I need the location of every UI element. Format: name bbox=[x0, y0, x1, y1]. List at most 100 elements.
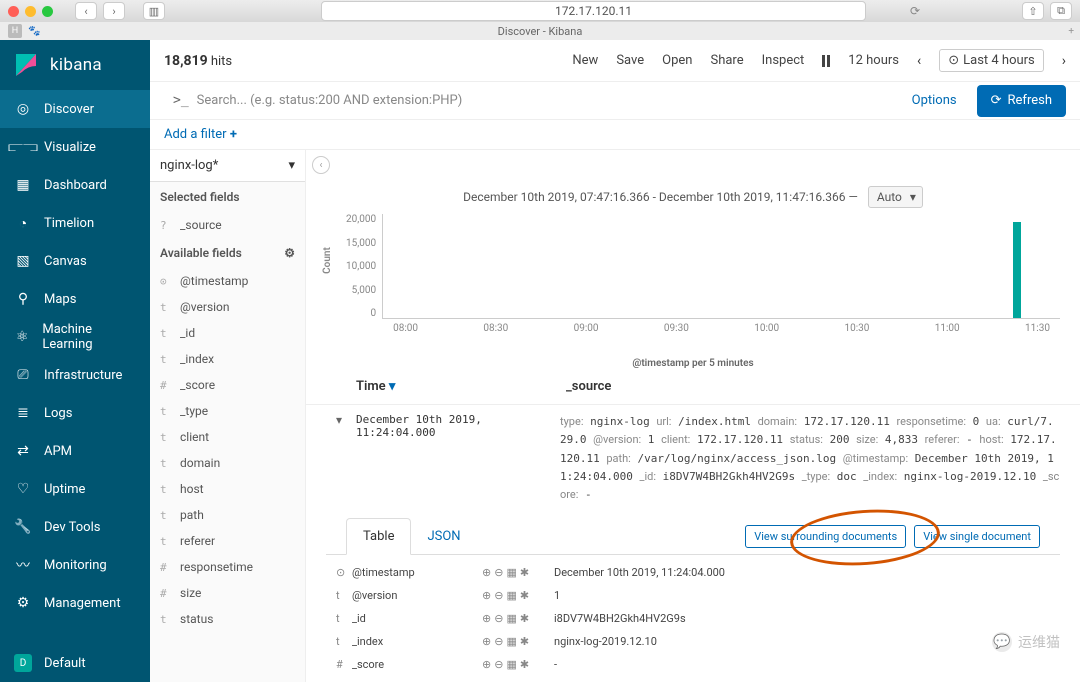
time-amount[interactable]: 12 hours bbox=[848, 53, 899, 68]
zoom-in-icon[interactable]: ⊕ bbox=[482, 635, 491, 648]
sidebar-item-logs[interactable]: ≣Logs bbox=[0, 394, 150, 432]
tabs-icon[interactable]: ⧉ bbox=[1050, 2, 1072, 20]
column-time[interactable]: Time ▾ bbox=[356, 379, 566, 394]
search-prompt-icon: >_ bbox=[173, 93, 189, 108]
sort-desc-icon[interactable]: ▾ bbox=[389, 379, 396, 394]
share-icon[interactable]: ⇧ bbox=[1022, 2, 1044, 20]
field-score[interactable]: #_score bbox=[150, 372, 305, 398]
field-responsetime[interactable]: #responsetime bbox=[150, 554, 305, 580]
toggle-column-icon[interactable]: ▦ bbox=[506, 566, 516, 579]
field-version[interactable]: t@version bbox=[150, 294, 305, 320]
nav-label: Monitoring bbox=[44, 558, 107, 573]
zoom-out-icon[interactable]: ⊖ bbox=[494, 658, 503, 671]
view-surrounding-button[interactable]: View surrounding documents bbox=[745, 525, 906, 548]
tab-json[interactable]: JSON bbox=[411, 519, 476, 554]
zoom-in-icon[interactable]: ⊕ bbox=[482, 589, 491, 602]
save-action[interactable]: Save bbox=[616, 53, 644, 68]
field-source[interactable]: ?_source bbox=[150, 212, 305, 238]
sidebar-item-default[interactable]: D Default bbox=[0, 644, 150, 682]
view-single-button[interactable]: View single document bbox=[914, 525, 1040, 548]
sidebar-item-machine-learning[interactable]: ⚛Machine Learning bbox=[0, 318, 150, 356]
reload-icon[interactable]: ⟳ bbox=[910, 4, 920, 18]
filter-icon[interactable]: ✱ bbox=[520, 566, 529, 579]
toggle-column-icon[interactable]: ▦ bbox=[506, 589, 516, 602]
index-pattern-selector[interactable]: nginx-log*▾ bbox=[150, 150, 305, 182]
nav-label: Uptime bbox=[44, 482, 85, 497]
zoom-in-icon[interactable]: ⊕ bbox=[482, 566, 491, 579]
share-action[interactable]: Share bbox=[710, 53, 743, 68]
filter-icon[interactable]: ✱ bbox=[520, 635, 529, 648]
collapse-sidebar-button[interactable]: ‹ bbox=[312, 156, 330, 174]
toggle-column-icon[interactable]: ▦ bbox=[506, 612, 516, 625]
url-bar[interactable]: 172.17.120.11⟳ bbox=[321, 1, 866, 21]
zoom-out-icon[interactable]: ⊖ bbox=[494, 589, 503, 602]
minimize-window-icon[interactable] bbox=[25, 6, 36, 17]
tab-table[interactable]: Table bbox=[346, 518, 411, 555]
field-type[interactable]: t_type bbox=[150, 398, 305, 424]
zoom-out-icon[interactable]: ⊖ bbox=[494, 566, 503, 579]
time-prev-button[interactable]: ‹ bbox=[917, 53, 921, 69]
sidebar-item-monitoring[interactable]: 〰Monitoring bbox=[0, 546, 150, 584]
refresh-button[interactable]: ⟳ Refresh bbox=[977, 85, 1066, 117]
field-path[interactable]: tpath bbox=[150, 502, 305, 528]
forward-button[interactable]: › bbox=[103, 2, 125, 20]
sidebar-item-maps[interactable]: ⚲Maps bbox=[0, 280, 150, 318]
sidebar-item-visualize[interactable]: ⫍⫎Visualize bbox=[0, 128, 150, 166]
new-action[interactable]: New bbox=[572, 53, 598, 68]
sidebar-item-infrastructure[interactable]: ⎚Infrastructure bbox=[0, 356, 150, 394]
sidebar-item-discover[interactable]: ◎Discover bbox=[0, 90, 150, 128]
histogram-chart[interactable]: Count 20,00015,00010,0005,0000 08:0008:3… bbox=[306, 214, 1080, 336]
field-index[interactable]: t_index bbox=[150, 346, 305, 372]
back-button[interactable]: ‹ bbox=[75, 2, 97, 20]
extension-icon[interactable]: H bbox=[8, 24, 22, 38]
field-client[interactable]: tclient bbox=[150, 424, 305, 450]
field-timestamp[interactable]: ⊙@timestamp bbox=[150, 268, 305, 294]
zoom-in-icon[interactable]: ⊕ bbox=[482, 612, 491, 625]
field-type-icon: # bbox=[160, 379, 172, 392]
new-tab-button[interactable]: + bbox=[1068, 26, 1074, 37]
sidebar-item-dev-tools[interactable]: 🔧Dev Tools bbox=[0, 508, 150, 546]
open-action[interactable]: Open bbox=[662, 53, 692, 68]
filter-icon[interactable]: ✱ bbox=[520, 612, 529, 625]
field-value: - bbox=[554, 658, 557, 671]
sidebar-item-timelion[interactable]: ◔Timelion bbox=[0, 204, 150, 242]
sidebar-item-dashboard[interactable]: ▦Dashboard bbox=[0, 166, 150, 204]
zoom-in-icon[interactable]: ⊕ bbox=[482, 658, 491, 671]
time-next-button[interactable]: › bbox=[1062, 53, 1066, 69]
inspect-action[interactable]: Inspect bbox=[762, 53, 805, 68]
field-id[interactable]: t_id bbox=[150, 320, 305, 346]
search-input[interactable]: >_ Search... (e.g. status:200 AND extens… bbox=[164, 87, 892, 115]
filter-icon[interactable]: ✱ bbox=[520, 658, 529, 671]
add-filter-button[interactable]: Add a filter + bbox=[164, 127, 237, 142]
field-host[interactable]: thost bbox=[150, 476, 305, 502]
zoom-out-icon[interactable]: ⊖ bbox=[494, 612, 503, 625]
options-link[interactable]: Options bbox=[902, 93, 967, 108]
pause-icon[interactable] bbox=[822, 55, 830, 67]
field-status[interactable]: tstatus bbox=[150, 606, 305, 632]
paw-icon[interactable]: 🐾 bbox=[28, 26, 40, 37]
interval-selector[interactable]: Auto ▾ bbox=[868, 186, 923, 208]
fields-panel: nginx-log*▾ Selected fields ?_source Ava… bbox=[150, 150, 306, 682]
field-domain[interactable]: tdomain bbox=[150, 450, 305, 476]
filter-icon[interactable]: ✱ bbox=[520, 589, 529, 602]
sidebar-toggle-icon[interactable]: ▥ bbox=[143, 2, 165, 20]
expand-row-button[interactable]: ▾ bbox=[336, 413, 350, 504]
field-referer[interactable]: treferer bbox=[150, 528, 305, 554]
field-type-icon: # bbox=[160, 561, 172, 574]
zoom-out-icon[interactable]: ⊖ bbox=[494, 635, 503, 648]
logo[interactable]: kibana bbox=[0, 40, 150, 90]
field-type-icon: t bbox=[160, 613, 172, 626]
field-size[interactable]: #size bbox=[150, 580, 305, 606]
close-window-icon[interactable] bbox=[8, 6, 19, 17]
sidebar-item-canvas[interactable]: ▧Canvas bbox=[0, 242, 150, 280]
toggle-column-icon[interactable]: ▦ bbox=[506, 658, 516, 671]
sidebar-item-apm[interactable]: ⇄APM bbox=[0, 432, 150, 470]
maximize-window-icon[interactable] bbox=[42, 6, 53, 17]
sidebar-item-management[interactable]: ⚙Management bbox=[0, 584, 150, 622]
search-placeholder: Search... (e.g. status:200 AND extension… bbox=[197, 93, 463, 108]
gear-icon[interactable]: ⚙ bbox=[284, 246, 295, 260]
histogram-bar[interactable] bbox=[1013, 222, 1021, 318]
time-picker[interactable]: ⊙ Last 4 hours bbox=[939, 49, 1044, 72]
toggle-column-icon[interactable]: ▦ bbox=[506, 635, 516, 648]
sidebar-item-uptime[interactable]: ♡Uptime bbox=[0, 470, 150, 508]
